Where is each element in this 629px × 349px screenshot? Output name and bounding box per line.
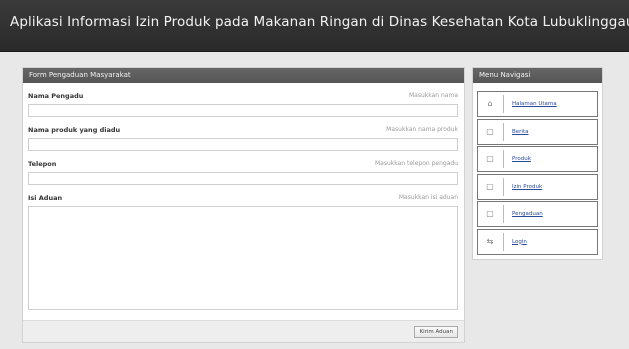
nav-link-login[interactable]: Login	[512, 239, 527, 245]
product-icon: ▢	[486, 154, 494, 163]
nav-divider	[503, 177, 504, 196]
complaint-icon: ▢	[486, 209, 494, 218]
phone-label: Telepon	[28, 160, 57, 168]
product-name-field: Nama produk yang diadu Masukkan nama pro…	[28, 126, 458, 151]
complainant-name-label: Nama Pengadu	[28, 92, 84, 100]
complaint-form-panel: Form Pengaduan Masyarakat Nama Pengadu M…	[22, 67, 465, 343]
news-icon: ▢	[486, 126, 494, 136]
nav-link-products[interactable]: Produk	[512, 156, 531, 162]
app-title: Aplikasi Informasi Izin Produk pada Maka…	[10, 14, 629, 30]
nav-item-news[interactable]: ▢ Berita	[477, 118, 598, 145]
product-name-input[interactable]	[28, 138, 458, 151]
home-icon: ⌂	[487, 99, 493, 108]
nav-link-product-permits[interactable]: Izin Produk	[512, 184, 542, 190]
nav-item-home[interactable]: ⌂ Halaman Utama	[477, 91, 598, 117]
navigation-panel: Menu Navigasi ⌂ Halaman Utama ▢ Berita ▢…	[472, 67, 603, 260]
complaint-content-label: Isi Aduan	[28, 194, 63, 202]
submit-complaint-button[interactable]: Kirim Aduan	[414, 326, 458, 338]
form-footer: Kirim Aduan	[23, 320, 464, 342]
nav-list: ⌂ Halaman Utama ▢ Berita ▢ Produk ▢ Izin…	[477, 91, 598, 256]
complainant-name-field: Nama Pengadu Masukkan nama	[28, 92, 458, 117]
nav-item-login[interactable]: ⇆ Login	[477, 228, 598, 255]
product-name-label: Nama produk yang diadu	[28, 126, 121, 134]
nav-divider	[503, 122, 504, 141]
login-icon: ⇆	[486, 236, 494, 246]
nav-divider	[503, 205, 504, 223]
complainant-name-input[interactable]	[28, 104, 458, 117]
complaint-content-textarea[interactable]	[28, 206, 458, 310]
product-name-hint: Masukkan nama produk	[386, 126, 458, 133]
nav-item-complaints[interactable]: ▢ Pengaduan	[477, 201, 598, 227]
complainant-name-hint: Masukkan nama	[408, 92, 458, 99]
nav-panel-title: Menu Navigasi	[473, 68, 602, 83]
nav-item-products[interactable]: ▢ Produk	[477, 146, 598, 172]
phone-hint: Masukkan telepon pengadu	[374, 160, 458, 167]
complaint-content-field: Isi Aduan Masukkan isi aduan	[28, 194, 458, 310]
nav-link-complaints[interactable]: Pengaduan	[512, 211, 543, 217]
complaint-content-hint: Masukkan isi aduan	[398, 194, 458, 201]
nav-divider	[503, 95, 504, 113]
nav-item-product-permits[interactable]: ▢ Izin Produk	[477, 173, 598, 200]
nav-divider	[503, 232, 504, 251]
phone-input[interactable]	[28, 172, 458, 185]
permit-icon: ▢	[486, 181, 494, 191]
nav-link-news[interactable]: Berita	[512, 129, 528, 135]
nav-divider	[503, 150, 504, 168]
app-header: Aplikasi Informasi Izin Produk pada Maka…	[0, 0, 629, 52]
nav-link-home[interactable]: Halaman Utama	[512, 101, 557, 107]
phone-field: Telepon Masukkan telepon pengadu	[28, 160, 458, 185]
form-panel-title: Form Pengaduan Masyarakat	[23, 68, 464, 83]
